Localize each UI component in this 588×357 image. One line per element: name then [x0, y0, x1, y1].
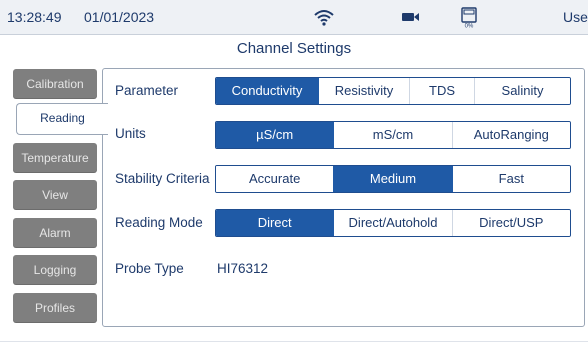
tab-profiles[interactable]: Profiles [13, 293, 97, 323]
tab-view[interactable]: View [13, 180, 97, 210]
memory-icon: 0% [461, 7, 477, 30]
tab-reading[interactable]: Reading [16, 103, 108, 135]
units-selector: µS/cm mS/cm AutoRanging [215, 121, 571, 149]
stability-option-fast[interactable]: Fast [451, 166, 570, 192]
tab-logging[interactable]: Logging [13, 255, 97, 285]
memory-percent: 0% [465, 24, 474, 30]
clock-date: 01/01/2023 [84, 9, 155, 25]
probe-type-value: HI76312 [217, 261, 269, 276]
tab-calibration[interactable]: Calibration [13, 69, 97, 99]
recording-icon [402, 13, 419, 21]
page-title: Channel Settings [236, 40, 352, 57]
parameter-option-salinity[interactable]: Salinity [474, 78, 570, 104]
reading-mode-option-direct-usp[interactable]: Direct/USP [451, 210, 570, 236]
stability-option-accurate[interactable]: Accurate [216, 166, 334, 192]
units-option-ms-cm[interactable]: mS/cm [333, 122, 452, 148]
tab-alarm[interactable]: Alarm [13, 218, 97, 248]
parameter-selector: Conductivity Resistivity TDS Salinity [215, 77, 571, 105]
stability-option-medium[interactable]: Medium [333, 166, 452, 192]
reading-mode-selector: Direct Direct/Autohold Direct/USP [215, 209, 571, 237]
wifi-icon [314, 10, 334, 26]
parameter-option-tds[interactable]: TDS [409, 78, 474, 104]
tab-temperature[interactable]: Temperature [13, 143, 97, 173]
status-bar: 13:28:49 01/01/2023 0% User [0, 0, 588, 35]
stability-label: Stability Criteria [115, 171, 210, 186]
reading-mode-option-direct[interactable]: Direct [216, 210, 334, 236]
clock-time: 13:28:49 [7, 9, 62, 25]
units-option-us-cm[interactable]: µS/cm [216, 122, 334, 148]
parameter-label: Parameter [115, 83, 179, 98]
stability-selector: Accurate Medium Fast [215, 165, 571, 193]
reading-mode-label: Reading Mode [115, 215, 203, 230]
divider [0, 341, 588, 342]
parameter-option-resistivity[interactable]: Resistivity [318, 78, 409, 104]
user-label[interactable]: User [563, 9, 588, 25]
probe-type-label: Probe Type [115, 261, 184, 276]
units-option-autoranging[interactable]: AutoRanging [451, 122, 570, 148]
units-label: Units [115, 126, 146, 141]
settings-panel [102, 68, 585, 327]
parameter-option-conductivity[interactable]: Conductivity [216, 78, 318, 104]
sidebar: Calibration Reading Temperature View Ala… [0, 63, 108, 333]
reading-mode-option-direct-autohold[interactable]: Direct/Autohold [333, 210, 452, 236]
